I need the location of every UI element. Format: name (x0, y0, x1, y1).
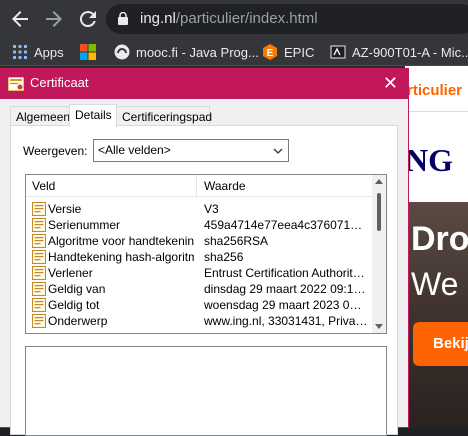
url-text[interactable]: ing.nl/particulier/index.html (140, 10, 318, 27)
field-document-icon (32, 218, 46, 232)
dropdown-value: <Alle velden> (98, 143, 171, 157)
field-document-icon (32, 314, 46, 328)
svg-text:E: E (267, 48, 274, 59)
mooc-icon (114, 44, 130, 60)
column-header-value[interactable]: Waarde (204, 179, 246, 193)
certificate-icon (8, 77, 24, 91)
tab-certificeringspad[interactable]: Certificeringspad (116, 106, 212, 126)
cta-label: Bekij (433, 335, 468, 352)
dialog-title: Certificaat (30, 75, 89, 90)
hero-heading: Dro (411, 220, 468, 258)
microsoft-logo-icon (80, 44, 96, 60)
chevron-down-icon (273, 148, 283, 154)
field-detail-box[interactable] (25, 346, 387, 436)
bookmark-label: EPIC (284, 44, 315, 60)
field-document-icon (32, 250, 46, 264)
field-document-icon (32, 282, 46, 296)
field-name: Geldig tot (48, 298, 100, 312)
show-fields-dropdown[interactable]: <Alle velden> (93, 139, 289, 162)
address-bar[interactable]: ing.nl/particulier/index.html (106, 4, 468, 34)
reload-icon[interactable] (76, 7, 100, 31)
table-row[interactable]: Onderwerp www.ing.nl, 33031431, Privat... (26, 313, 372, 329)
field-value: sha256 (204, 250, 244, 264)
scroll-down-icon[interactable] (375, 324, 383, 329)
field-value: woensdag 29 maart 2023 09:1... (204, 298, 368, 312)
field-document-icon (32, 202, 46, 216)
lock-icon[interactable] (118, 12, 128, 25)
scrollbar-thumb[interactable] (377, 193, 381, 231)
az-bookmark-icon (330, 45, 346, 59)
field-name: Handtekening hash-algoritme (48, 250, 194, 264)
field-value: 459a4714e77eea4c3760717f9... (204, 218, 368, 232)
field-value: Entrust Certification Authority ... (204, 266, 368, 280)
field-value: www.ing.nl, 33031431, Privat... (204, 314, 368, 328)
bookmark-label: AZ-900T01-A - Mic... (352, 44, 468, 60)
dialog-titlebar[interactable]: Certificaat ✕ (0, 69, 408, 99)
table-row[interactable]: Versie V3 (26, 201, 372, 217)
table-row[interactable]: Geldig van dinsdag 29 maart 2022 09:12:10 (26, 281, 372, 297)
column-header-field[interactable]: Veld (32, 179, 55, 193)
field-name: Geldig van (48, 282, 106, 296)
details-panel: Weergeven: <Alle velden> Veld Waarde Ver… (10, 125, 398, 436)
hero-cta-button[interactable]: Bekij (413, 322, 468, 366)
field-value: V3 (204, 202, 219, 216)
epic-icon: E (263, 44, 277, 60)
field-document-icon (32, 266, 46, 280)
site-logo[interactable]: NG (405, 112, 468, 202)
tab-details[interactable]: Details (69, 104, 117, 127)
apps-grid-icon (13, 45, 27, 59)
bookmark-az900[interactable]: AZ-900T01-A - Mic... (330, 43, 468, 61)
browser-toolbar: ing.nl/particulier/index.html (0, 0, 468, 38)
field-name: Serienummer (48, 218, 121, 232)
table-row[interactable]: Geldig tot woensdag 29 maart 2023 09:1... (26, 297, 372, 313)
nav-link-particulier[interactable]: rticulier (407, 82, 462, 99)
table-row[interactable]: Handtekening hash-algoritme sha256 (26, 249, 372, 265)
field-name: Algoritme voor handtekening (48, 234, 194, 248)
logo-text: NG (405, 142, 453, 178)
list-rows: Versie V3 Serienummer 459a4714e77eea4c37607… (26, 201, 372, 329)
field-name: Verlener (48, 266, 93, 280)
hero-subheading: We (411, 266, 459, 302)
field-name: Onderwerp (48, 314, 108, 328)
bookmark-label: Apps (34, 44, 64, 60)
list-header: Veld Waarde (26, 175, 372, 197)
fields-list[interactable]: Veld Waarde Versie V3 Serienummer 459a4714e… (25, 174, 387, 334)
field-value: dinsdag 29 maart 2022 09:12:10 (204, 282, 368, 296)
field-document-icon (32, 234, 46, 248)
show-label: Weergeven: (23, 144, 88, 158)
site-nav: rticulier (405, 66, 468, 112)
tab-algemeen[interactable]: Algemeen (10, 106, 70, 126)
table-row[interactable]: Verlener Entrust Certification Authority … (26, 265, 372, 281)
bookmarks-bar: Apps mooc.fi - Java Prog... E EPIC AZ-90… (0, 38, 468, 66)
bookmark-mooc[interactable]: mooc.fi - Java Prog... (114, 43, 259, 61)
forward-arrow-icon[interactable] (42, 7, 66, 31)
field-document-icon (32, 298, 46, 312)
vertical-scrollbar[interactable] (372, 175, 386, 333)
certificate-dialog: Certificaat ✕ Algemeen Details Certifice… (0, 68, 409, 436)
column-divider[interactable] (196, 175, 197, 197)
scroll-up-icon[interactable] (375, 179, 383, 184)
field-name: Versie (48, 202, 82, 216)
table-row[interactable]: Serienummer 459a4714e77eea4c3760717f9... (26, 217, 372, 233)
close-icon[interactable]: ✕ (383, 73, 398, 93)
table-row[interactable]: Algoritme voor handtekening sha256RSA (26, 233, 372, 249)
field-value: sha256RSA (204, 234, 269, 248)
bookmark-apps[interactable]: Apps (12, 43, 64, 61)
bookmark-microsoft[interactable] (80, 43, 96, 61)
hero-banner: Dro We Bekij (405, 202, 468, 428)
back-arrow-icon[interactable] (8, 7, 32, 31)
bookmark-label: mooc.fi - Java Prog... (136, 44, 259, 60)
bookmark-epic[interactable]: E EPIC (262, 43, 314, 61)
